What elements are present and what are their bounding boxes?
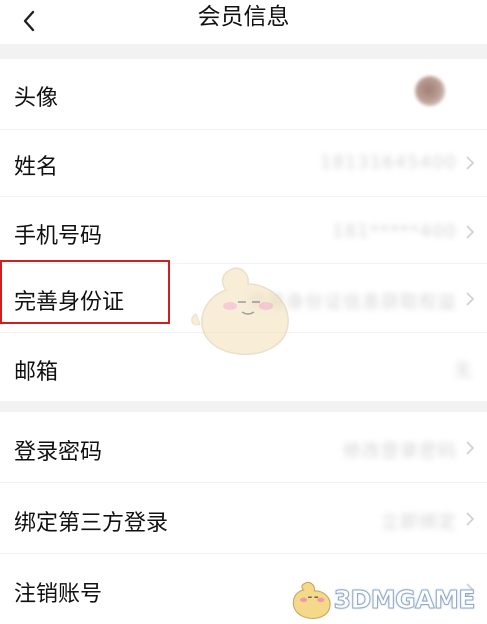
row-value: 181*****400: [332, 221, 457, 242]
mascot-logo-icon: [292, 581, 331, 619]
page-title: 会员信息: [197, 4, 290, 30]
chevron-right-icon: [466, 156, 475, 170]
row-avatar[interactable]: 头像: [0, 59, 487, 129]
row-label: 邮箱: [14, 360, 59, 385]
chevron-right-icon: [466, 512, 475, 526]
row-label: 绑定第三方登录: [14, 511, 169, 536]
row-value: 修改登录密码: [343, 441, 457, 462]
row-value: 无: [454, 361, 473, 382]
site-watermark: 3DMGAME: [290, 574, 476, 624]
row-bind-third-party[interactable]: 绑定第三方登录 立即绑定: [0, 483, 487, 553]
highlight-box: [0, 260, 170, 324]
avatar[interactable]: [415, 76, 445, 106]
mascot-watermark-icon: [191, 267, 289, 355]
row-label: 手机号码: [14, 224, 103, 249]
chevron-right-icon: [466, 441, 475, 455]
row-phone[interactable]: 手机号码 181*****400: [0, 197, 487, 263]
row-label: 姓名: [14, 155, 59, 180]
watermark-text: 3DMGAME: [333, 584, 476, 614]
row-label: 注销账号: [14, 582, 103, 607]
row-login-password[interactable]: 登录密码 修改登录密码: [0, 412, 487, 482]
row-value: 18131645400: [320, 152, 457, 173]
top-bar: 会员信息: [0, 0, 487, 44]
row-name[interactable]: 姓名 18131645400: [0, 130, 487, 196]
chevron-right-icon: [466, 292, 475, 306]
row-label: 登录密码: [14, 440, 103, 465]
chevron-right-icon: [466, 225, 475, 239]
row-value: 立即绑定: [381, 512, 457, 533]
row-label: 头像: [14, 86, 59, 111]
